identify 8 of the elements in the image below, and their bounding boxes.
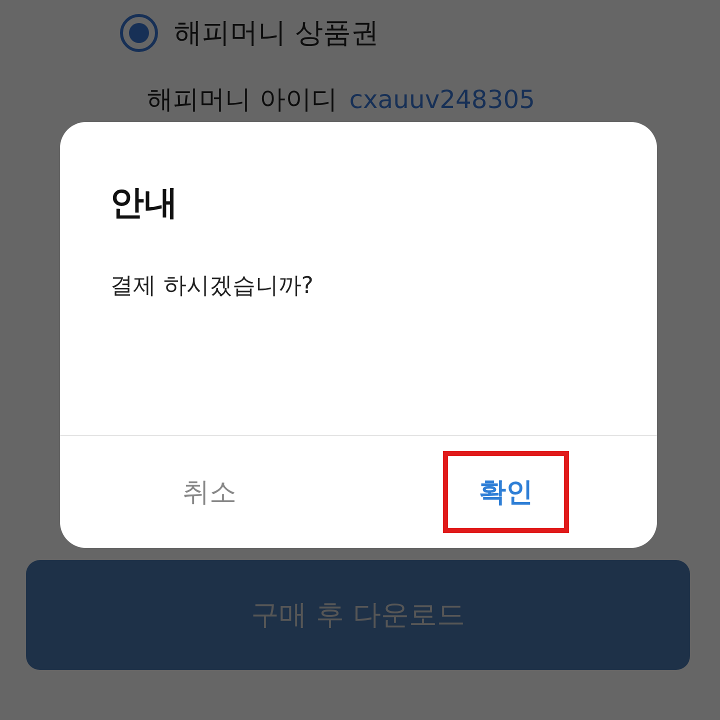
dialog-message: 결제 하시겠습니까? — [109, 272, 315, 301]
account-label: 해피머니 아이디 — [147, 84, 338, 117]
confirm-button[interactable]: 확인 — [442, 451, 569, 533]
account-id: cxauuv248305 — [349, 85, 536, 114]
radio-button[interactable] — [120, 14, 158, 52]
cancel-button[interactable]: 취소 — [172, 468, 246, 516]
option-label[interactable]: 해피머니 상품권 — [174, 14, 379, 52]
dialog-title: 안내 — [109, 182, 179, 225]
